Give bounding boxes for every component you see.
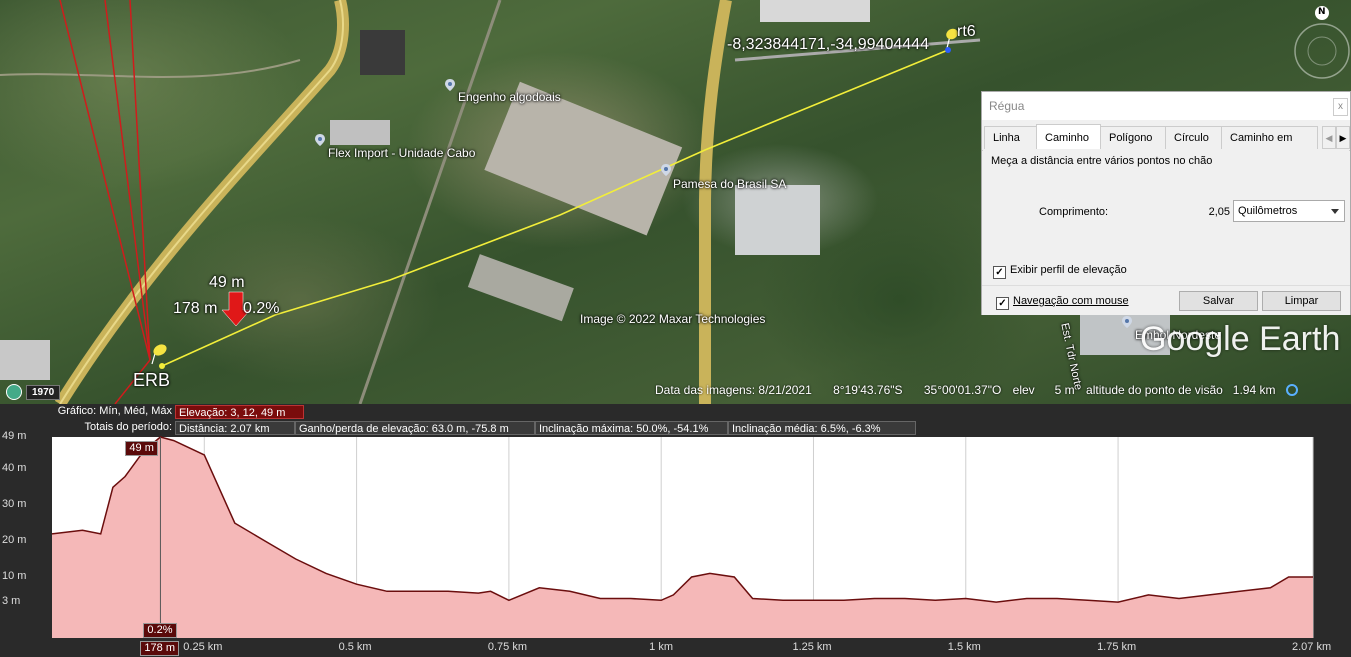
place-pin-icon[interactable] <box>661 164 671 176</box>
imagery-date: Data das imagens: 8/21/2021 <box>655 383 812 397</box>
cursor-slope-tag: 0.2% <box>143 623 177 638</box>
tab-scroll-right-icon[interactable]: ▶ <box>1336 126 1350 149</box>
y-tick-label: 30 m <box>2 498 27 511</box>
compass-ring-icon[interactable] <box>1292 6 1350 82</box>
tab-poligono[interactable]: Polígono <box>1100 126 1166 149</box>
ruler-titlebar[interactable]: Régua x <box>982 92 1350 120</box>
navigation-compass[interactable]: N <box>1292 6 1350 82</box>
ruler-dialog: Régua x Linha Caminho Polígono Círculo C… <box>981 91 1351 315</box>
imagery-credit: Image © 2022 Maxar Technologies <box>580 312 766 326</box>
cursor-longitude: 35°00'01.37"O <box>923 383 1002 397</box>
close-button[interactable]: x <box>1333 98 1348 116</box>
elevation-profile-panel: Gráfico: Mín, Méd, Máx Elevação: 3, 12, … <box>0 404 1351 657</box>
loading-icon <box>1285 384 1298 396</box>
tab-scroll-left-icon[interactable]: ◀ <box>1322 126 1336 149</box>
unit-select[interactable]: Quilômetros <box>1233 200 1345 222</box>
unit-select-value: Quilômetros <box>1238 205 1298 217</box>
imagery-year[interactable]: 1970 <box>26 384 61 400</box>
google-earth-watermark: Google Earth <box>1140 320 1341 358</box>
chevron-down-icon <box>1331 209 1339 214</box>
cursor-latitude: 8°19'43.76"S <box>833 383 903 397</box>
length-label: Comprimento: <box>1039 206 1109 218</box>
local-road <box>0 59 301 78</box>
tab-caminho[interactable]: Caminho <box>1036 124 1101 149</box>
x-tick-label: 0.25 km <box>183 641 223 653</box>
ruler-title: Régua <box>989 99 1025 113</box>
tab-caminho-3d[interactable]: Caminho em 3D <box>1221 126 1318 167</box>
factory-roof <box>484 81 683 236</box>
warehouse-roof-2 <box>760 0 870 22</box>
y-tick-label: 10 m <box>2 569 27 582</box>
cursor-elevation: elev 5 m <box>1012 383 1075 397</box>
eye-altitude: altitude do ponto de visão 1.94 km <box>1086 383 1276 397</box>
y-tick-label: 20 m <box>2 534 27 547</box>
place-label-pamesa[interactable]: Pamesa do Brasil SA <box>673 177 786 191</box>
x-tick-label: 0.5 km <box>338 641 372 653</box>
flex-building <box>330 120 390 145</box>
save-button[interactable]: Salvar <box>1179 291 1258 311</box>
x-tick-label: 1.75 km <box>1097 641 1137 653</box>
ruler-body: Meça a distância entre vários pontos no … <box>983 150 1349 284</box>
end-pin-label[interactable]: rt6 <box>957 23 976 41</box>
factory-roof-2 <box>735 185 820 255</box>
solar-field <box>360 30 405 75</box>
elevation-chart[interactable] <box>0 404 1351 657</box>
place-label-engenho[interactable]: Engenho algodoais <box>458 90 561 104</box>
start-pin-label[interactable]: ERB <box>133 370 170 391</box>
x-tick-label: 1 km <box>649 641 674 653</box>
building-left <box>0 340 50 380</box>
length-value: 2,05 <box>1208 206 1230 218</box>
mouse-navigation-label: Navegação com mouse <box>1013 295 1129 307</box>
highway-road-2 <box>699 0 732 404</box>
show-elevation-profile-label: Exibir perfil de elevação <box>1010 264 1127 276</box>
tab-linha[interactable]: Linha <box>984 126 1037 149</box>
place-pin-icon[interactable] <box>315 134 325 146</box>
place-pin-icon[interactable] <box>445 79 455 91</box>
clear-button[interactable]: Limpar <box>1262 291 1341 311</box>
mouse-navigation-checkbox[interactable]: ✓ Navegação com mouse <box>996 295 1129 310</box>
marker-elevation-label: 49 m <box>209 274 245 291</box>
ruler-footer: ✓ Navegação com mouse Salvar Limpar <box>982 285 1350 315</box>
checkbox-checked-icon[interactable]: ✓ <box>996 297 1009 310</box>
compass-north-label: N <box>1318 7 1326 17</box>
marker-slope-label: 0.2% <box>243 300 280 317</box>
antenna-line <box>59 0 151 361</box>
marker-distance-label: 178 m <box>173 300 218 317</box>
checkbox-checked-icon[interactable]: ✓ <box>993 266 1006 279</box>
highway-road <box>54 0 349 404</box>
historical-imagery-control[interactable]: 1970 <box>6 384 61 400</box>
place-label-flex-import[interactable]: Flex Import - Unidade Cabo <box>328 146 475 160</box>
x-tick-label: 2.07 km <box>1292 641 1332 653</box>
y-tick-label: 49 m <box>2 430 27 442</box>
map-view[interactable]: Engenho algodoais Flex Import - Unidade … <box>0 0 1351 404</box>
ruler-description: Meça a distância entre vários pontos no … <box>991 155 1213 167</box>
tab-circulo[interactable]: Círculo <box>1165 126 1222 149</box>
warehouse-roof <box>467 254 574 322</box>
status-bar: Data das imagens: 8/21/2021 8°19'43.76"S… <box>655 383 1299 397</box>
x-tick-label: 1.5 km <box>947 641 981 653</box>
x-tick-label: 0.75 km <box>487 641 528 653</box>
cursor-elevation-tag: 49 m <box>125 441 158 456</box>
clock-icon[interactable] <box>6 384 22 400</box>
y-tick-label: 3 m <box>2 595 21 608</box>
show-elevation-profile-checkbox[interactable]: ✓ Exibir perfil de elevação <box>993 264 1127 279</box>
y-tick-label: 40 m <box>2 462 27 475</box>
cursor-distance-tag: 178 m <box>140 641 179 656</box>
ruler-tabs: Linha Caminho Polígono Círculo Caminho e… <box>982 124 1350 167</box>
place-pin-icon[interactable] <box>1122 316 1132 328</box>
x-tick-label: 1.25 km <box>792 641 832 653</box>
coordinate-label: -8,323844171,-34,99404444 <box>727 36 929 53</box>
